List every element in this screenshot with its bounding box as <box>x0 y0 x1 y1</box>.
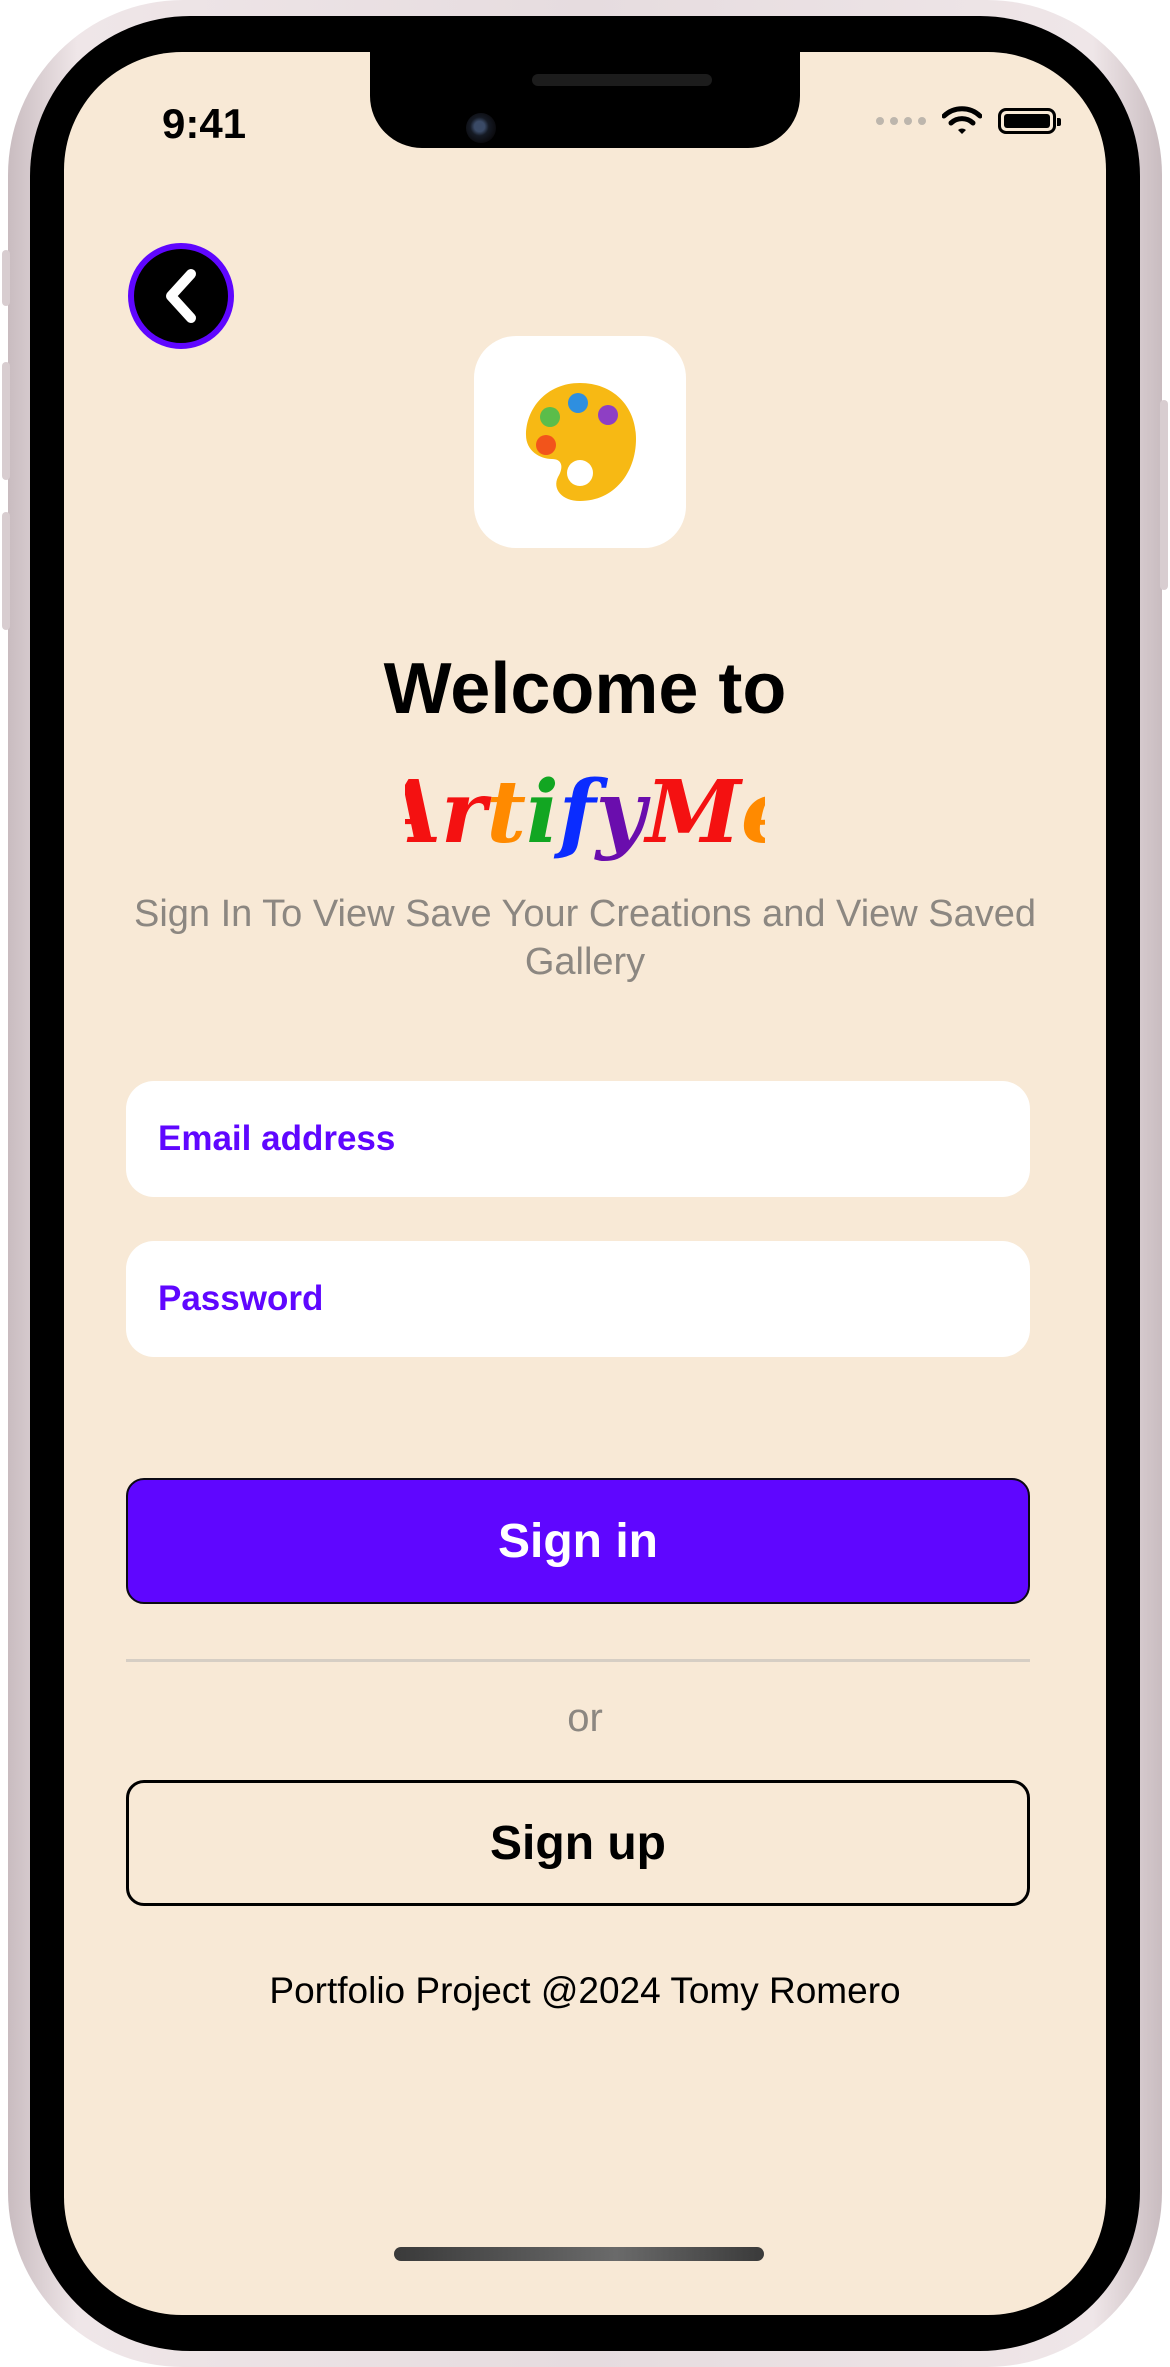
brand-letter-1: r <box>441 764 492 863</box>
divider <box>126 1659 1030 1662</box>
volume-up-button <box>2 362 10 480</box>
front-camera <box>466 113 496 143</box>
wifi-icon <box>942 106 982 134</box>
power-button <box>1160 400 1168 590</box>
volume-down-button <box>2 512 10 630</box>
brand-letter-5: y <box>594 764 651 863</box>
or-separator-label: or <box>567 1696 603 1740</box>
brand-letter-3: i <box>526 764 559 863</box>
footer-credit: Portfolio Project @2024 Tomy Romero <box>269 1970 901 2011</box>
chevron-left-icon <box>166 269 196 323</box>
brand-letter-6: M <box>643 764 744 863</box>
password-field[interactable] <box>126 1241 1030 1357</box>
palette-icon <box>526 383 636 501</box>
brand-wordmark-text: ArtifyMe <box>405 764 765 863</box>
brand-wordmark: ArtifyMe <box>64 764 1106 894</box>
brand-letter-0: A <box>405 764 441 863</box>
home-indicator[interactable] <box>394 2247 764 2261</box>
cellular-signal-icon <box>876 117 926 125</box>
notch <box>370 52 800 148</box>
silent-switch <box>2 250 10 306</box>
svg-text:ArtifyMe: ArtifyMe <box>405 764 765 863</box>
brand-letter-2: t <box>486 764 526 863</box>
status-indicators <box>876 106 1061 136</box>
back-button[interactable] <box>128 243 234 349</box>
sign-up-button[interactable]: Sign up <box>126 1780 1030 1906</box>
speaker <box>532 74 712 86</box>
sign-in-button[interactable]: Sign in <box>126 1478 1030 1604</box>
brand-letter-7: e <box>741 764 765 863</box>
status-time: 9:41 <box>162 100 247 147</box>
welcome-title: Welcome to <box>383 649 787 729</box>
email-field[interactable] <box>126 1081 1030 1197</box>
subtitle: Sign In To View Save Your Creations and … <box>133 893 1037 983</box>
app-logo <box>474 336 686 548</box>
battery-icon <box>998 108 1061 134</box>
app-screen: 9:41 Welcome to ArtifyMe Sign In To View <box>64 52 1106 2315</box>
